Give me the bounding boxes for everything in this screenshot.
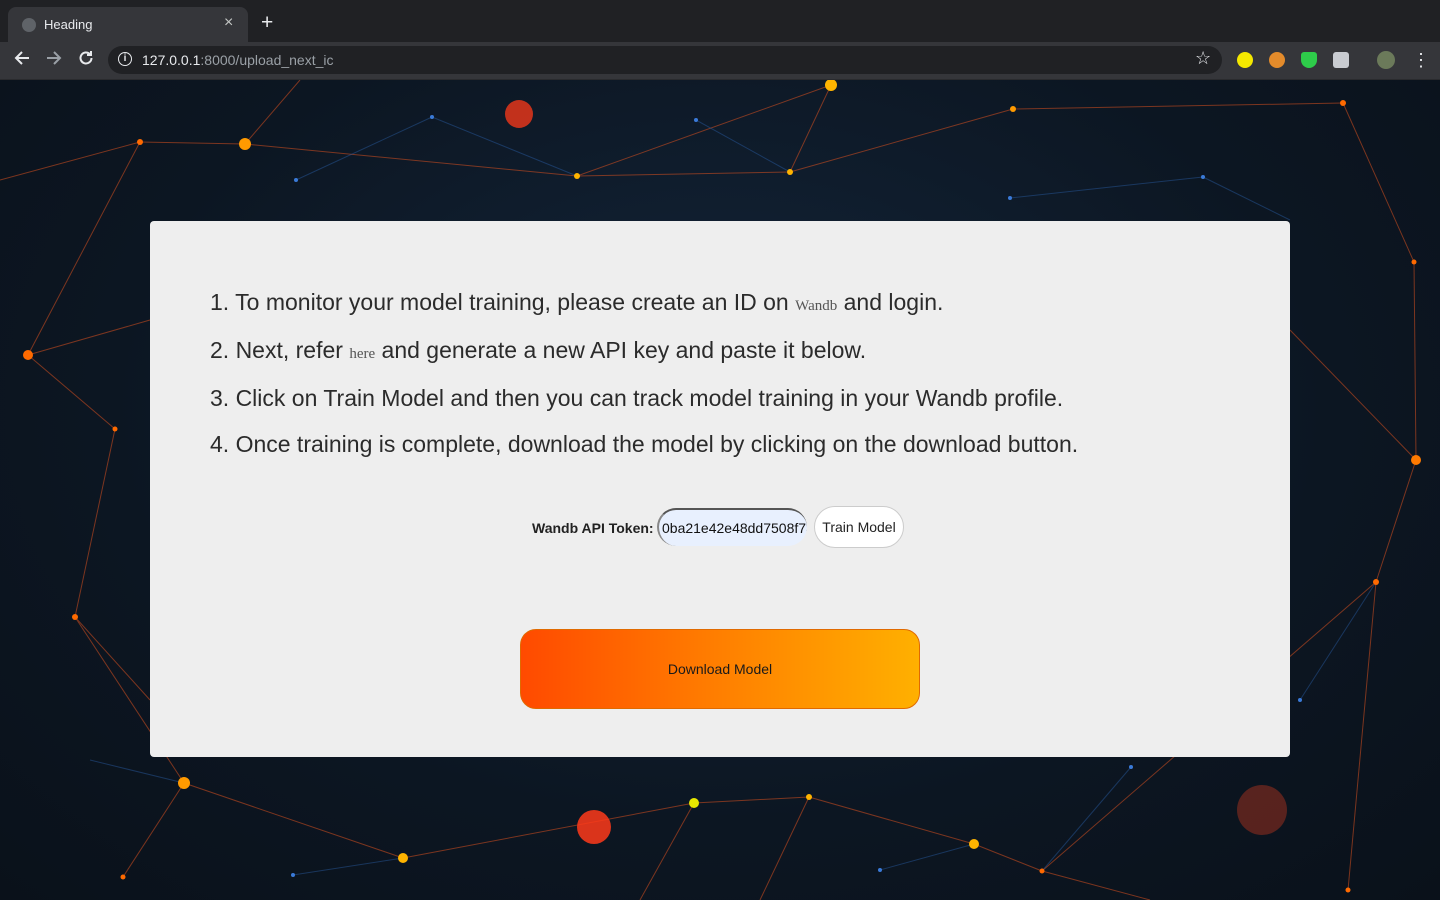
browser-toolbar: i 127.0.0.1:8000/upload_next_ic ☆ ⋮ — [0, 42, 1440, 80]
address-bar[interactable]: i 127.0.0.1:8000/upload_next_ic ☆ — [108, 46, 1222, 74]
url-text: 127.0.0.1:8000/upload_next_ic — [142, 52, 334, 68]
forward-arrow-icon[interactable] — [43, 49, 65, 71]
site-info-icon[interactable]: i — [118, 52, 132, 66]
wandb-link[interactable]: Wandb — [795, 298, 837, 314]
step-2: 2. Next, refer here and generate a new A… — [210, 337, 867, 363]
browser-tab-bar: Heading × + — [0, 0, 1440, 42]
here-link[interactable]: here — [349, 346, 375, 362]
download-model-button[interactable]: Download Model — [520, 629, 920, 709]
extension-yellow-icon[interactable] — [1237, 52, 1253, 68]
menu-kebab-icon[interactable]: ⋮ — [1412, 49, 1430, 71]
reload-icon[interactable] — [75, 49, 97, 71]
shield-extension-icon[interactable] — [1301, 52, 1317, 68]
camera-extension-icon[interactable] — [1333, 52, 1349, 68]
new-tab-button[interactable]: + — [261, 12, 273, 33]
bookmark-star-icon[interactable]: ☆ — [1195, 48, 1211, 69]
cookie-extension-icon[interactable] — [1269, 52, 1285, 68]
api-token-input[interactable] — [657, 508, 807, 546]
close-tab-icon[interactable]: × — [224, 14, 233, 32]
step-3: 3. Click on Train Model and then you can… — [210, 385, 1064, 411]
train-model-button[interactable]: Train Model — [814, 506, 904, 548]
tab-title: Heading — [44, 17, 93, 32]
token-label: Wandb API Token: — [532, 520, 654, 536]
avatar[interactable] — [1377, 51, 1395, 69]
back-arrow-icon[interactable] — [11, 49, 33, 71]
instructions-card: 1. To monitor your model training, pleas… — [150, 221, 1290, 757]
step-4: 4. Once training is complete, download t… — [210, 431, 1079, 457]
step-1: 1. To monitor your model training, pleas… — [210, 289, 944, 315]
browser-tab[interactable]: Heading × — [8, 7, 248, 42]
globe-icon — [22, 18, 36, 32]
